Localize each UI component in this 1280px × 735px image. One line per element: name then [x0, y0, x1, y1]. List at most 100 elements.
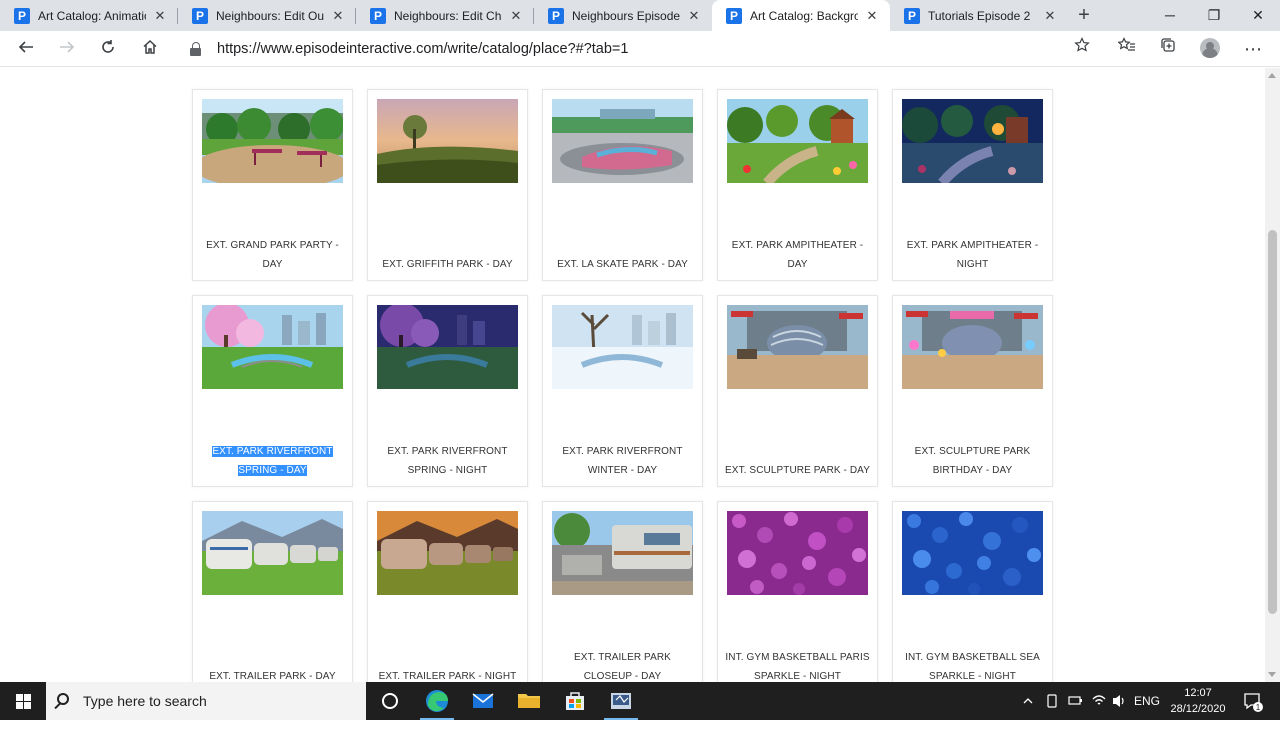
chevron-up-icon [1023, 698, 1033, 704]
background-thumbnail [552, 305, 693, 389]
tab-title: Tutorials Episode 2 [928, 8, 1031, 23]
taskbar-file-explorer[interactable] [506, 682, 552, 720]
catalog-card[interactable]: EXT. LA SKATE PARK - DAY [542, 89, 703, 281]
catalog-card[interactable]: EXT. GRAND PARK PARTY - DAY [192, 89, 353, 281]
home-button[interactable] [135, 34, 165, 64]
mail-icon [472, 693, 494, 708]
card-label: EXT. SCULPTURE PARK BIRTHDAY - DAY [914, 446, 1031, 476]
tab-neighbours-edit-outfit[interactable]: P Neighbours: Edit Outfit ✕ [178, 0, 356, 31]
settings-menu-button[interactable]: ⋯ [1238, 34, 1268, 64]
catalog-card[interactable]: INT. GYM BASKETBALL SEA SPARKLE - NIGHT [892, 501, 1053, 682]
episode-favicon-icon: P [726, 7, 742, 24]
tray-volume-button[interactable] [1110, 682, 1128, 720]
favorites-button[interactable] [1112, 34, 1142, 64]
maximize-button[interactable]: ❐ [1192, 0, 1236, 31]
close-icon[interactable]: ✕ [508, 8, 524, 24]
clock-date: 28/12/2020 [1170, 703, 1226, 715]
store-bag-icon [566, 692, 584, 710]
taskbar-mail[interactable] [460, 682, 506, 720]
scroll-down-icon[interactable] [1268, 672, 1276, 677]
new-tab-button[interactable]: + [1068, 0, 1100, 31]
scrollbar-thumb[interactable] [1268, 230, 1277, 614]
close-icon[interactable]: ✕ [864, 8, 880, 24]
background-thumbnail [202, 511, 343, 595]
catalog-card[interactable]: EXT. PARK AMPITHEATER - NIGHT [892, 89, 1053, 281]
url-text[interactable]: https://www.episodeinteractive.com/write… [217, 35, 628, 63]
home-icon [143, 39, 157, 54]
power-plug-icon [1068, 696, 1082, 705]
windows-taskbar: Type here to search ENG 12:07 28/12/2020… [0, 682, 1280, 720]
tray-device-icon[interactable] [1044, 682, 1060, 720]
catalog-card[interactable]: EXT. TRAILER PARK - NIGHT [367, 501, 528, 682]
episode-favicon-icon: P [370, 7, 386, 24]
refresh-button[interactable] [93, 34, 123, 64]
card-label: EXT. TRAILER PARK - NIGHT [378, 671, 517, 682]
tray-battery-button[interactable] [1066, 682, 1084, 720]
address-bar[interactable]: https://www.episodeinteractive.com/write… [180, 35, 1100, 63]
taskbar-store[interactable] [552, 682, 598, 720]
catalog-card[interactable]: EXT. SCULPTURE PARK - DAY [717, 295, 878, 487]
close-icon[interactable]: ✕ [330, 8, 346, 24]
taskbar-edge[interactable] [414, 682, 460, 720]
close-icon[interactable]: ✕ [686, 8, 702, 24]
start-button[interactable] [0, 682, 46, 720]
catalog-card[interactable]: EXT. PARK AMPITHEATER - DAY [717, 89, 878, 281]
taskbar-search-box[interactable]: Type here to search [46, 682, 366, 720]
taskbar-snipping-app[interactable] [598, 682, 644, 720]
clock-time: 12:07 [1184, 687, 1212, 699]
window-close-button[interactable]: ✕ [1236, 0, 1280, 31]
edge-browser-icon [426, 690, 448, 712]
cortana-button[interactable] [367, 682, 413, 720]
speaker-icon [1113, 695, 1124, 707]
catalog-card[interactable]: EXT. SCULPTURE PARK BIRTHDAY - DAY [892, 295, 1053, 487]
tab-strip: P Art Catalog: Animations ✕ P Neighbours… [0, 0, 1280, 31]
forward-button[interactable] [52, 34, 82, 64]
favorite-star-button[interactable] [1067, 34, 1097, 64]
background-thumbnail [727, 99, 868, 183]
lock-icon [190, 42, 202, 56]
action-center-button[interactable]: 1 [1238, 682, 1266, 720]
catalog-card[interactable]: EXT. PARK RIVERFRONT SPRING - DAY [192, 295, 353, 487]
close-icon[interactable]: ✕ [152, 8, 168, 24]
catalog-card[interactable]: EXT. PARK RIVERFRONT WINTER - DAY [542, 295, 703, 487]
catalog-card[interactable]: EXT. PARK RIVERFRONT SPRING - NIGHT [367, 295, 528, 487]
episode-favicon-icon: P [192, 7, 208, 24]
catalog-card[interactable]: EXT. TRAILER PARK CLOSEUP - DAY [542, 501, 703, 682]
card-label: EXT. GRAND PARK PARTY - DAY [206, 240, 339, 270]
card-label: EXT. PARK RIVERFRONT SPRING - DAY [212, 446, 333, 476]
wifi-icon [1092, 695, 1106, 705]
catalog-card[interactable]: INT. GYM BASKETBALL PARIS SPARKLE - NIGH… [717, 501, 878, 682]
tab-neighbours-edit-character[interactable]: P Neighbours: Edit Chara ✕ [356, 0, 534, 31]
collections-button[interactable] [1153, 34, 1183, 64]
minimize-button[interactable]: ─ [1148, 0, 1192, 31]
background-thumbnail [727, 511, 868, 595]
back-arrow-icon [18, 41, 33, 53]
search-icon [57, 693, 69, 705]
profile-avatar[interactable] [1200, 38, 1220, 58]
input-language-button[interactable]: ENG [1132, 682, 1162, 720]
back-button[interactable] [11, 34, 41, 64]
background-thumbnail [377, 511, 518, 595]
tab-art-catalog-animations[interactable]: P Art Catalog: Animations ✕ [0, 0, 178, 31]
tab-art-catalog-backgrounds[interactable]: P Art Catalog: Backgroun ✕ [712, 0, 890, 31]
refresh-icon [102, 40, 114, 53]
forward-arrow-icon [60, 41, 75, 53]
background-thumbnail [377, 99, 518, 183]
catalog-card[interactable]: EXT. TRAILER PARK - DAY [192, 501, 353, 682]
show-hidden-icons-button[interactable] [1021, 682, 1035, 720]
card-label: INT. GYM BASKETBALL SEA SPARKLE - NIGHT [905, 652, 1040, 682]
scroll-up-icon[interactable] [1268, 73, 1276, 78]
background-thumbnail [377, 305, 518, 389]
card-label: EXT. SCULPTURE PARK - DAY [725, 465, 870, 476]
tray-wifi-button[interactable] [1090, 682, 1108, 720]
background-thumbnail [552, 511, 693, 595]
tab-title: Neighbours Episode 1 [572, 8, 680, 23]
card-label: EXT. TRAILER PARK CLOSEUP - DAY [574, 652, 671, 682]
tab-neighbours-episode-1[interactable]: P Neighbours Episode 1 ✕ [534, 0, 712, 31]
close-icon[interactable]: ✕ [1042, 8, 1058, 24]
catalog-card[interactable]: EXT. GRIFFITH PARK - DAY [367, 89, 528, 281]
taskbar-clock[interactable]: 12:07 28/12/2020 [1162, 685, 1234, 717]
browser-toolbar: https://www.episodeinteractive.com/write… [0, 31, 1280, 67]
tab-tutorials-episode-2[interactable]: P Tutorials Episode 2 ✕ [890, 0, 1068, 31]
page-scrollbar[interactable] [1265, 68, 1280, 682]
